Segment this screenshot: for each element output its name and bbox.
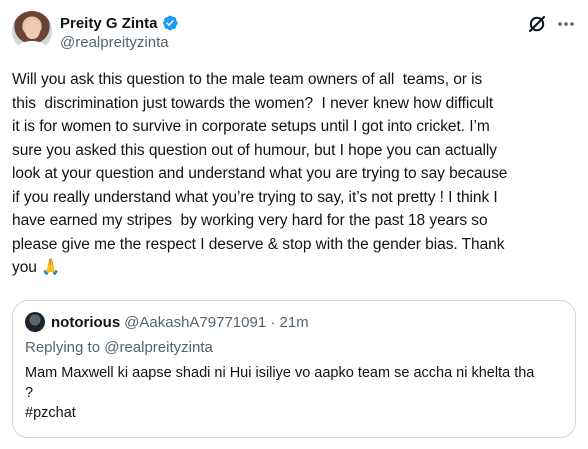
avatar-face	[25, 20, 40, 39]
tweet: Preity G Zinta @realpreityzinta Will you…	[0, 0, 588, 449]
quoted-tweet[interactable]: notorious @AakashA79771091 · 21m Replyin…	[12, 300, 576, 438]
tweet-text: Will you ask this question to the male t…	[12, 71, 508, 276]
quoted-author-row: notorious @AakashA79771091 · 21m	[51, 312, 309, 332]
author-display-name[interactable]: Preity G Zinta	[60, 15, 158, 32]
quoted-tweet-text: Mam Maxwell ki aapse shadi ni Hui isiliy…	[25, 365, 535, 421]
quoted-display-name[interactable]: notorious	[51, 314, 120, 331]
replying-to-line: Replying to @realpreityzinta	[25, 339, 213, 356]
more-options-icon[interactable]	[555, 13, 577, 35]
avatar-shoulders	[17, 41, 47, 51]
quoted-handle-time: @AakashA79771091 · 21m	[124, 313, 309, 331]
verified-badge-icon[interactable]	[161, 14, 179, 32]
author-name-row: Preity G Zinta	[60, 13, 179, 33]
replying-to-handle[interactable]: @realpreityzinta	[104, 339, 213, 356]
grok-icon[interactable]	[527, 14, 547, 34]
replying-to-label: Replying to	[25, 339, 105, 356]
author-avatar[interactable]	[12, 11, 52, 51]
quoted-author-avatar[interactable]	[25, 312, 45, 332]
author-handle[interactable]: @realpreityzinta	[60, 34, 169, 51]
